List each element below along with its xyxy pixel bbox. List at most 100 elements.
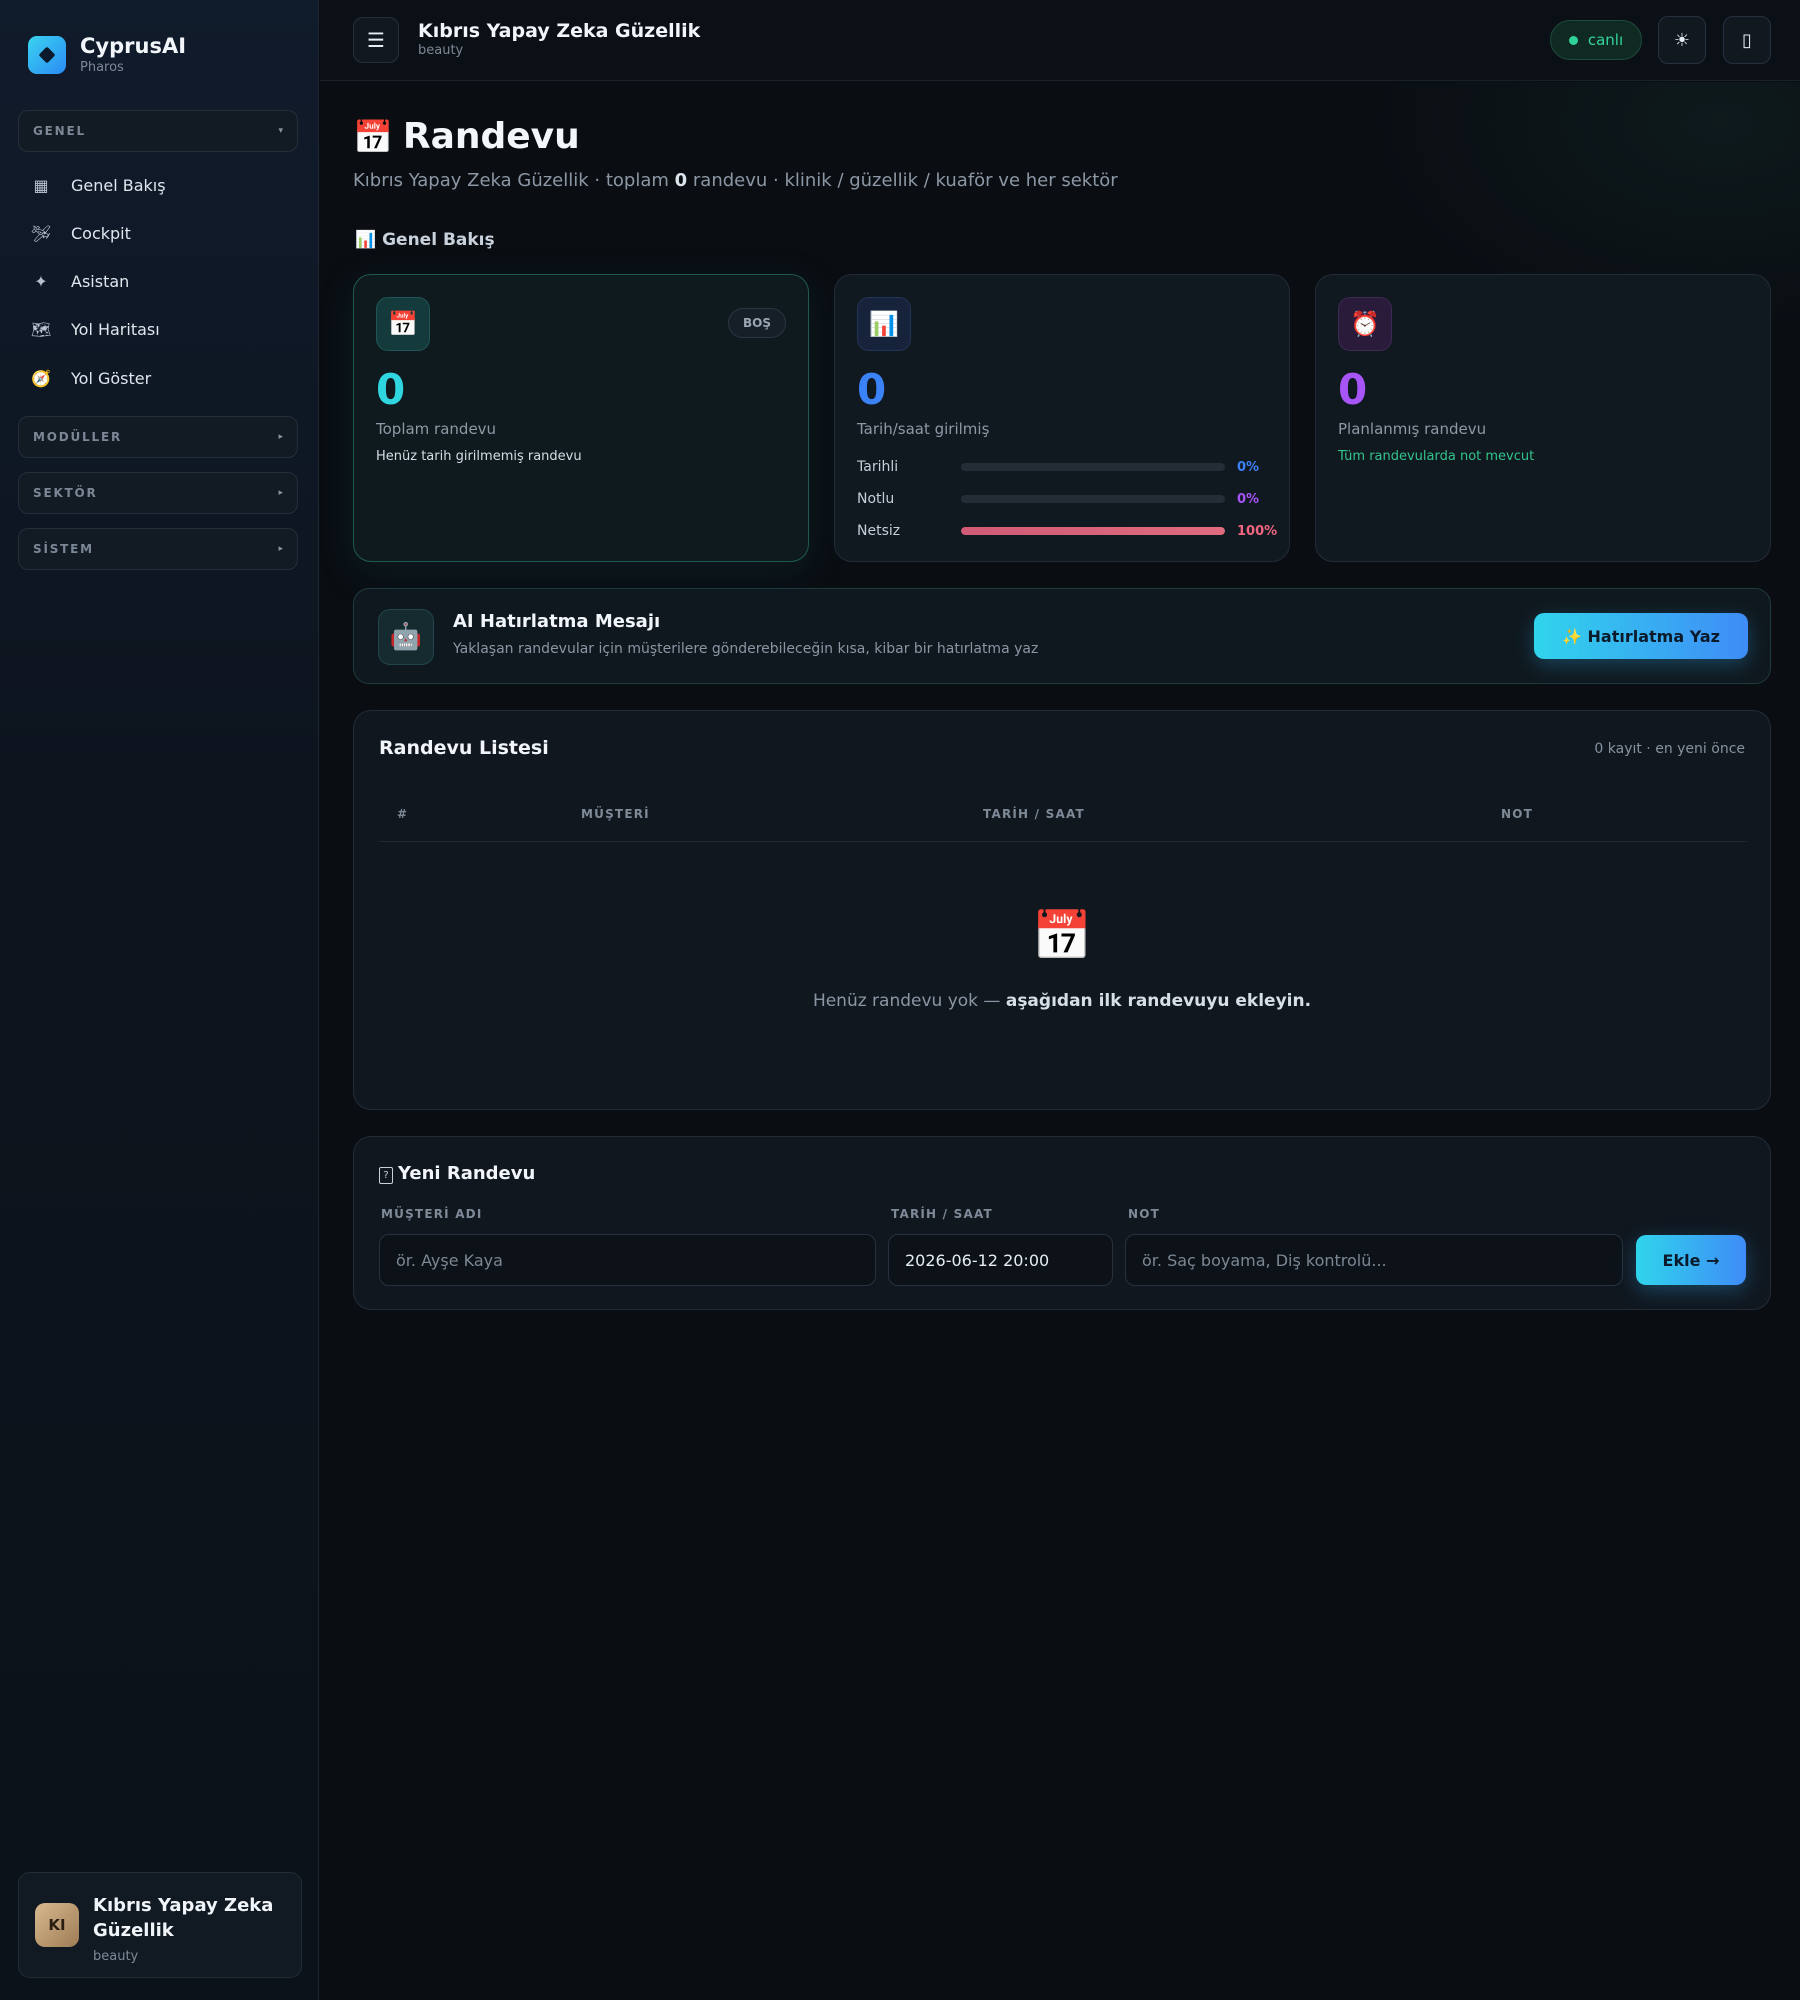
stat-label: Tarih/saat girilmiş <box>857 420 990 438</box>
column-header-customer[interactable]: MÜŞTERİ <box>581 807 650 821</box>
sidebar: CyprusAI Pharos GENEL ▾ ▦ Genel Bakış 🛩 … <box>0 0 319 2000</box>
stat-label: Planlanmış randevu <box>1338 420 1487 438</box>
note-input[interactable] <box>1125 1234 1623 1286</box>
nav-group-modules[interactable]: MODÜLLER ▸ <box>18 416 298 458</box>
customer-name-label: MÜŞTERİ ADI <box>381 1207 483 1221</box>
column-header-datetime[interactable]: TARİH / SAAT <box>983 807 1085 821</box>
stat-value: 0 <box>857 365 887 414</box>
business-sector: beauty <box>418 43 464 58</box>
progress-value: 0% <box>1237 491 1260 507</box>
brand-subtitle: Pharos <box>80 60 124 75</box>
live-status-badge: canlı <box>1550 20 1642 60</box>
ai-reminder-description: Yaklaşan randevular için müşterilere gön… <box>453 641 1039 657</box>
customer-name-input[interactable] <box>379 1234 876 1286</box>
robot-icon: 🤖 <box>378 609 434 665</box>
add-appointment-button[interactable]: Ekle → <box>1636 1235 1746 1285</box>
topbar: ☰ Kıbrıs Yapay Zeka Güzellik beauty canl… <box>320 0 1800 81</box>
sidebar-item-yol-goster[interactable]: 🧭 Yol Göster <box>30 360 300 396</box>
map-icon: 🗺 <box>30 319 52 339</box>
appointment-list-card: Randevu Listesi 0 kayıt · en yeni önce #… <box>353 710 1771 1110</box>
business-title: Kıbrıs Yapay Zeka Güzellik <box>418 20 701 42</box>
sparkle-icon: ✦ <box>34 271 48 291</box>
overview-heading: 📊 Genel Bakış <box>355 230 495 250</box>
column-header-index[interactable]: # <box>397 807 408 821</box>
progress-value: 0% <box>1237 459 1260 475</box>
sidebar-item-asistan[interactable]: ✦ Asistan <box>30 263 300 299</box>
stat-value: 0 <box>376 365 406 414</box>
live-status-label: canlı <box>1587 31 1624 49</box>
progress-track <box>961 495 1225 503</box>
nav-group-label: GENEL <box>33 124 86 138</box>
sidebar-item-cockpit[interactable]: 🛩 Cockpit <box>30 215 300 251</box>
datetime-input[interactable] <box>888 1234 1113 1286</box>
sidebar-item-label: Yol Haritası <box>71 319 160 339</box>
stat-card-dated: 📊 0 Tarih/saat girilmiş Tarihli 0% Notlu… <box>834 274 1290 562</box>
appointment-count: 0 <box>674 170 688 191</box>
calendar-icon: 📅 <box>1032 908 1092 964</box>
nav-group-label: SİSTEM <box>33 542 94 556</box>
progress-row-tarihli: Tarihli 0% <box>857 457 1281 477</box>
progress-row-netsiz: Netsiz 100% <box>857 521 1281 541</box>
profile-card[interactable]: KI Kıbrıs Yapay Zeka Güzellik beauty <box>18 1872 302 1978</box>
unknown-glyph-icon: ? <box>379 1167 393 1184</box>
chevron-right-icon: ▸ <box>278 544 283 554</box>
progress-value: 100% <box>1237 523 1278 539</box>
stat-label: Toplam randevu <box>376 420 497 438</box>
note-label: NOT <box>1128 1207 1161 1221</box>
progress-fill <box>961 527 1225 535</box>
progress-label: Tarihli <box>857 459 899 475</box>
progress-track <box>961 463 1225 471</box>
page-subtitle: Kıbrıs Yapay Zeka Güzellik · toplam 0 ra… <box>353 170 1118 191</box>
table-header-divider <box>379 841 1747 842</box>
nav-group-system[interactable]: SİSTEM ▸ <box>18 528 298 570</box>
sidebar-item-label: Yol Göster <box>71 368 152 388</box>
stat-note: Tüm randevularda not mevcut <box>1338 449 1535 464</box>
compass-icon: 🧭 <box>31 368 51 388</box>
sun-icon: ☀ <box>1673 29 1691 51</box>
sidebar-item-label: Asistan <box>71 271 130 291</box>
write-reminder-button[interactable]: ✨ Hatırlatma Yaz <box>1534 613 1748 659</box>
progress-label: Notlu <box>857 491 895 507</box>
phone-icon: ▯ <box>1742 29 1752 51</box>
column-header-note[interactable]: NOT <box>1501 807 1533 821</box>
mobile-view-button[interactable]: ▯ <box>1723 16 1771 64</box>
progress-row-notlu: Notlu 0% <box>857 489 1281 509</box>
progress-label: Netsiz <box>857 523 901 539</box>
brand-name: CyprusAI <box>80 34 187 58</box>
stat-card-planned: ⏰ 0 Planlanmış randevu Tüm randevularda … <box>1315 274 1771 562</box>
sidebar-item-genel-bakis[interactable]: ▦ Genel Bakış <box>30 167 300 203</box>
profile-name: Kıbrıs Yapay Zeka Güzellik <box>93 1895 274 1941</box>
new-appointment-form: ? Yeni Randevu MÜŞTERİ ADI TARİH / SAAT N… <box>353 1136 1771 1310</box>
profile-sector: beauty <box>93 1949 139 1964</box>
datetime-label: TARİH / SAAT <box>891 1207 993 1221</box>
nav-group-sector[interactable]: SEKTÖR ▸ <box>18 472 298 514</box>
page-title: 📅 Randevu <box>353 116 580 157</box>
brand[interactable]: CyprusAI Pharos <box>28 34 186 75</box>
ai-reminder-title: AI Hatırlatma Mesajı <box>453 611 661 632</box>
nav-group-label: MODÜLLER <box>33 430 122 444</box>
main-content: 📅 Randevu Kıbrıs Yapay Zeka Güzellik · t… <box>320 82 1800 2000</box>
avatar: KI <box>35 1903 79 1947</box>
status-badge: BOŞ <box>728 308 786 338</box>
nav-group-label: SEKTÖR <box>33 486 98 500</box>
stat-note: Henüz tarih girilmemiş randevu <box>376 449 582 464</box>
form-title: ? Yeni Randevu <box>379 1163 535 1184</box>
appointment-list-meta: 0 kayıt · en yeni önce <box>1594 741 1745 757</box>
grid-icon: ▦ <box>33 175 49 195</box>
progress-track <box>961 527 1225 535</box>
nav-group-general[interactable]: GENEL ▾ <box>18 110 298 152</box>
airplane-icon: 🛩 <box>30 223 52 243</box>
chevron-right-icon: ▸ <box>278 488 283 498</box>
sidebar-item-label: Cockpit <box>71 223 131 243</box>
sidebar-item-yol-haritasi[interactable]: 🗺 Yol Haritası <box>30 311 300 347</box>
stat-card-total: 📅 BOŞ 0 Toplam randevu Henüz tarih giril… <box>353 274 809 562</box>
stat-value: 0 <box>1338 365 1368 414</box>
brand-logo-icon <box>28 35 66 74</box>
calendar-icon: 📅 <box>353 117 393 156</box>
page-title-text: Randevu <box>402 116 580 157</box>
theme-toggle-button[interactable]: ☀ <box>1658 16 1706 64</box>
bar-chart-icon: 📊 <box>857 297 911 351</box>
menu-toggle-button[interactable]: ☰ <box>353 17 399 63</box>
empty-state-message: Henüz randevu yok — aşağıdan ilk randevu… <box>812 991 1312 1011</box>
alarm-clock-icon: ⏰ <box>1338 297 1392 351</box>
